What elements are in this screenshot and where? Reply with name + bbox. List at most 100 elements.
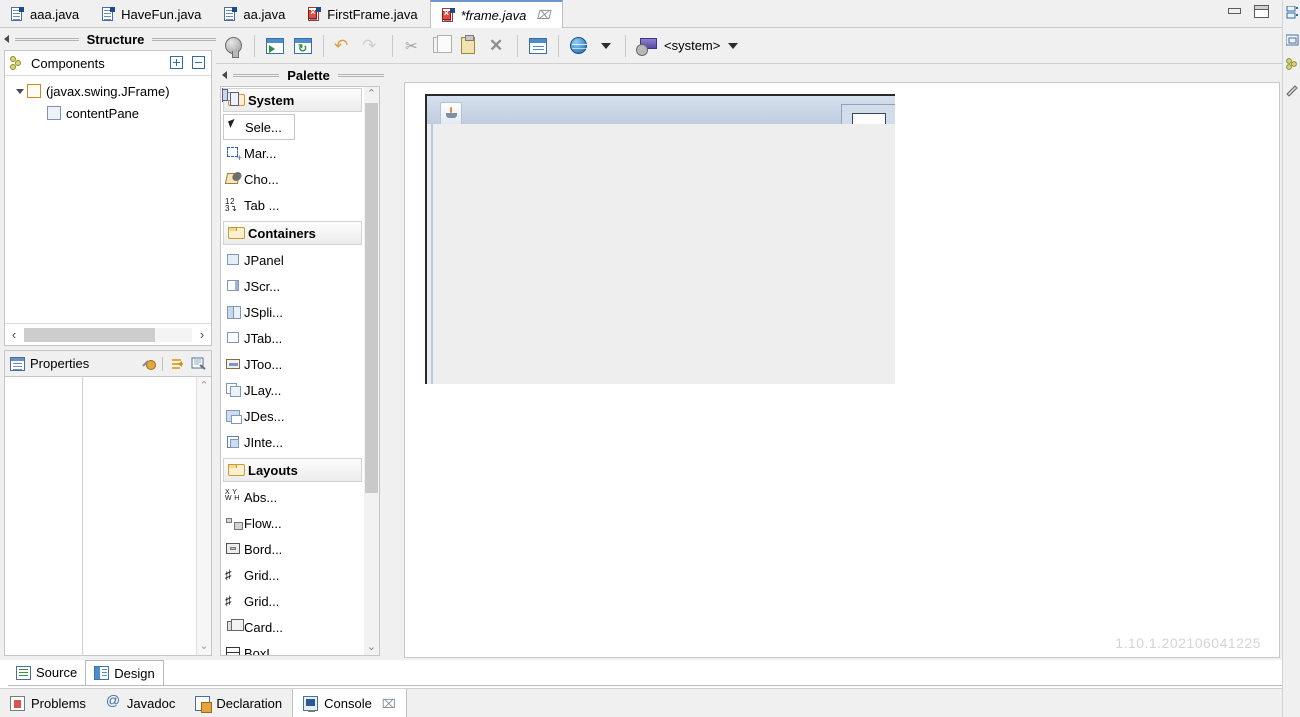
open-in-window-button[interactable] xyxy=(262,33,288,59)
editor-tab-frame-java[interactable]: *frame.java ⌧ xyxy=(429,0,564,29)
editor-tab-havefun-java[interactable]: HaveFun.java xyxy=(91,0,213,28)
palette-item-label: JToo... xyxy=(244,356,283,372)
palette-category-containers[interactable]: Containers xyxy=(223,221,362,245)
palette-icon[interactable] xyxy=(1286,84,1299,97)
maximize-button[interactable] xyxy=(1252,4,1270,20)
tab-source[interactable]: Source xyxy=(8,660,85,685)
scroll-track[interactable] xyxy=(24,327,192,342)
palette-item-borderlayout[interactable]: Bord... xyxy=(223,536,295,562)
cut-button[interactable]: ✂ xyxy=(400,33,426,59)
refresh-button[interactable] xyxy=(290,33,316,59)
palette-vertical-scrollbar[interactable]: ⌃ ⌄ xyxy=(364,87,379,655)
palette-item-jtoolbar[interactable]: JToo... xyxy=(223,351,295,377)
close-icon[interactable]: ⌧ xyxy=(536,8,550,22)
components-panel: Components (javax.swing.JFrame) contentP… xyxy=(4,50,212,346)
editor-tab-firstframe-java[interactable]: FirstFrame.java xyxy=(297,0,429,28)
scroll-up-icon[interactable]: ⌃ xyxy=(364,87,379,102)
palette-items-containers: JPanel JScr... JSpli... JTab... JToo... xyxy=(221,246,364,457)
palette-category-layouts[interactable]: Layouts xyxy=(223,458,362,482)
properties-button[interactable] xyxy=(525,33,551,59)
jtoolbar-icon xyxy=(225,356,242,372)
palette-item-jsplitpane[interactable]: JSpli... xyxy=(223,299,295,325)
palette-item-jtabbedpane[interactable]: JTab... xyxy=(223,325,295,351)
lookandfeel-dropdown-caret-icon[interactable] xyxy=(728,42,739,49)
right-minimized-trim xyxy=(1282,0,1300,717)
structure-horizontal-scrollbar[interactable]: ‹ › xyxy=(5,323,211,345)
lookandfeel-label: <system> xyxy=(664,38,721,53)
scroll-right-icon[interactable]: › xyxy=(193,327,211,342)
palette-item-boxlayout[interactable]: BoxL... xyxy=(223,640,295,655)
borderlayout-icon xyxy=(225,541,242,557)
bottom-tab-label: Declaration xyxy=(216,696,283,711)
expand-all-button[interactable] xyxy=(169,55,185,71)
palette-item-selection[interactable]: Sele... xyxy=(223,114,295,140)
restore-default-icon[interactable] xyxy=(141,356,157,372)
jframe-preview[interactable] xyxy=(425,94,895,384)
divider xyxy=(558,34,559,57)
palette-item-jlayeredpane[interactable]: JLay... xyxy=(223,377,295,403)
palette-category-system[interactable]: System xyxy=(223,88,362,112)
scroll-down-icon[interactable]: ⌄ xyxy=(197,639,211,653)
editor-tab-label: HaveFun.java xyxy=(121,6,202,22)
scroll-left-icon[interactable]: ‹ xyxy=(5,327,23,342)
frame-icon xyxy=(27,84,41,98)
properties-view: Properties ⌃ ⌄ xyxy=(0,350,216,660)
scroll-thumb[interactable] xyxy=(24,327,156,342)
scroll-up-icon[interactable]: ⌃ xyxy=(197,379,211,393)
bottom-tab-console[interactable]: Console ⌧ xyxy=(292,689,407,717)
editor-tab-aa-java[interactable]: aa.java xyxy=(213,0,297,28)
palette-item-jinternalframe[interactable]: JInte... xyxy=(223,429,295,455)
collapse-all-button[interactable] xyxy=(191,55,207,71)
palette-item-jscrollpane[interactable]: JScr... xyxy=(223,273,295,299)
chevron-left-icon[interactable] xyxy=(222,71,227,79)
divider xyxy=(337,73,385,77)
scroll-down-icon[interactable]: ⌄ xyxy=(364,640,379,655)
locale-button[interactable] xyxy=(566,33,592,59)
palette-item-marquee[interactable]: Mar... xyxy=(223,140,295,166)
palette-item-jpanel[interactable]: JPanel xyxy=(223,247,295,273)
scroll-thumb[interactable] xyxy=(365,103,378,493)
palette-item-choose-component[interactable]: Cho... xyxy=(223,166,295,192)
palette-item-gridbaglayout[interactable]: ♯ Grid... xyxy=(223,562,295,588)
palette-item-absolute-layout[interactable]: X YW H Abs... xyxy=(223,484,295,510)
editor-tab-aaa-java[interactable]: aaa.java xyxy=(0,0,91,28)
minimize-button[interactable] xyxy=(1226,4,1244,20)
palette-item-label: Mar... xyxy=(244,145,277,161)
lookandfeel-button[interactable] xyxy=(633,33,659,59)
palette-item-label: JLay... xyxy=(244,382,282,398)
locale-dropdown-caret-icon[interactable] xyxy=(601,42,611,49)
palette-item-gridlayout[interactable]: ♯ Grid... xyxy=(223,588,295,614)
paste-button[interactable] xyxy=(456,33,482,59)
palette-item-flowlayout[interactable]: Flow... xyxy=(223,510,295,536)
bottom-tab-declaration[interactable]: Declaration xyxy=(185,689,292,717)
choose-component-icon xyxy=(224,171,242,187)
test-button[interactable] xyxy=(221,33,247,59)
palette-item-jdesktoppane[interactable]: JDes... xyxy=(223,403,295,429)
delete-button[interactable]: ✕ xyxy=(484,33,510,59)
redo-button[interactable]: ↷ xyxy=(359,33,385,59)
bottom-tab-javadoc[interactable]: Javadoc xyxy=(96,689,185,717)
chevron-down-icon[interactable] xyxy=(13,84,27,98)
palette-item-tab-order[interactable]: 1 23 ↴ Tab ... xyxy=(223,192,295,218)
jscrollpane-icon xyxy=(225,278,242,294)
palette-item-cardlayout[interactable]: Card... xyxy=(223,614,295,640)
goto-definition-icon[interactable] xyxy=(191,356,207,372)
tab-design[interactable]: Design xyxy=(85,660,164,685)
properties-title: Properties xyxy=(30,356,90,371)
design-canvas[interactable]: 1.10.1.202106041225 xyxy=(404,82,1280,658)
tree-item-jframe[interactable]: (javax.swing.JFrame) xyxy=(5,80,211,102)
properties-vertical-scrollbar[interactable]: ⌃ ⌄ xyxy=(196,377,211,655)
structure-icon[interactable] xyxy=(1286,58,1299,71)
properties-table[interactable] xyxy=(5,377,196,655)
copy-button[interactable] xyxy=(428,33,454,59)
chevron-left-icon[interactable] xyxy=(4,35,9,43)
outline-icon[interactable] xyxy=(1285,34,1299,47)
tree-item-contentpane[interactable]: contentPane xyxy=(5,102,211,124)
package-explorer-icon[interactable] xyxy=(1286,5,1299,19)
close-icon[interactable]: ⌧ xyxy=(382,697,396,711)
bottom-tab-label: Problems xyxy=(31,696,86,711)
jframe-content-pane[interactable] xyxy=(431,124,895,384)
show-advanced-icon[interactable] xyxy=(169,356,185,372)
undo-button[interactable]: ↶ xyxy=(331,33,357,59)
bottom-tab-problems[interactable]: Problems xyxy=(0,689,96,717)
